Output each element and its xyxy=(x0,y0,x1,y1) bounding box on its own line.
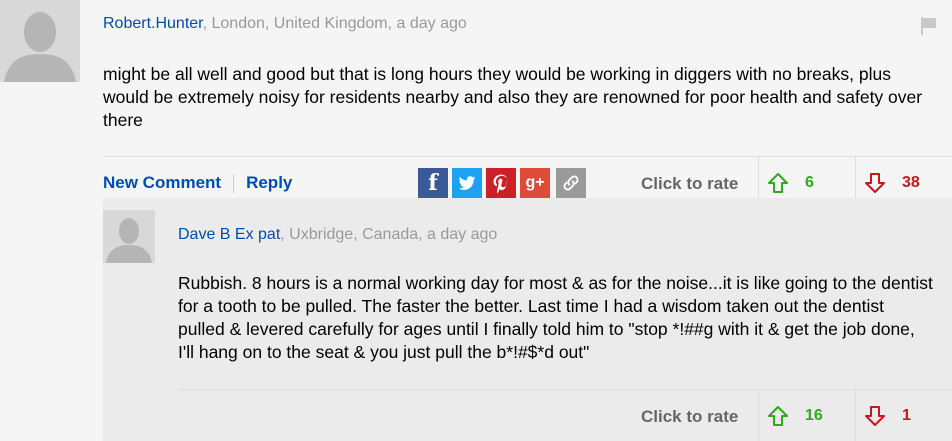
arrow-down-icon xyxy=(865,406,885,426)
divider xyxy=(758,157,759,198)
comment-location-time: , London, United Kingdom, a day ago xyxy=(202,15,467,32)
click-to-rate-label: Click to rate xyxy=(641,174,739,193)
downvote-button[interactable]: 1 xyxy=(864,405,911,427)
reply-meta: Dave B Ex pat, Uxbridge, Canada, a day a… xyxy=(178,226,497,244)
comment-meta: Robert.Hunter, London, United Kingdom, a… xyxy=(103,15,467,33)
comment-author-link[interactable]: Robert.Hunter xyxy=(103,15,203,32)
downvote-count: 1 xyxy=(902,407,911,424)
downvote-button[interactable]: 38 xyxy=(864,172,920,194)
comment-body: might be all well and good but that is l… xyxy=(103,64,923,130)
reply-avatar[interactable] xyxy=(103,210,155,263)
reply-body: Rubbish. 8 hours is a normal working day… xyxy=(178,273,933,362)
link-icon[interactable] xyxy=(556,168,586,198)
upvote-button[interactable]: 16 xyxy=(767,405,823,427)
divider xyxy=(233,174,235,193)
avatar-silhouette-icon xyxy=(0,0,80,82)
google-plus-icon[interactable]: g+ xyxy=(520,168,550,198)
downvote-count: 38 xyxy=(902,174,920,191)
google-plus-glyph: g+ xyxy=(525,174,545,191)
reply-author-link[interactable]: Dave B Ex pat xyxy=(178,226,280,243)
avatar-silhouette-icon xyxy=(103,210,155,263)
reply-location-time: , Uxbridge, Canada, a day ago xyxy=(280,226,498,243)
divider xyxy=(178,389,952,390)
upvote-count: 6 xyxy=(805,174,814,191)
facebook-icon[interactable]: f xyxy=(418,168,448,198)
divider xyxy=(855,157,856,198)
report-flag-icon[interactable] xyxy=(921,17,937,35)
commenter-avatar[interactable] xyxy=(0,0,80,82)
twitter-icon[interactable] xyxy=(452,168,482,198)
divider xyxy=(855,390,856,441)
click-to-rate-label: Click to rate xyxy=(641,407,739,426)
upvote-count: 16 xyxy=(805,407,823,424)
arrow-down-icon xyxy=(865,173,885,193)
arrow-up-icon xyxy=(768,173,788,193)
facebook-glyph: f xyxy=(428,170,438,196)
upvote-button[interactable]: 6 xyxy=(767,172,814,194)
new-comment-button[interactable]: New Comment xyxy=(103,173,221,193)
divider xyxy=(758,390,759,441)
arrow-up-icon xyxy=(768,406,788,426)
comment-actions: New Comment Reply xyxy=(103,173,292,193)
pinterest-icon[interactable] xyxy=(486,168,516,198)
divider xyxy=(103,156,952,157)
reply-button[interactable]: Reply xyxy=(246,173,292,193)
